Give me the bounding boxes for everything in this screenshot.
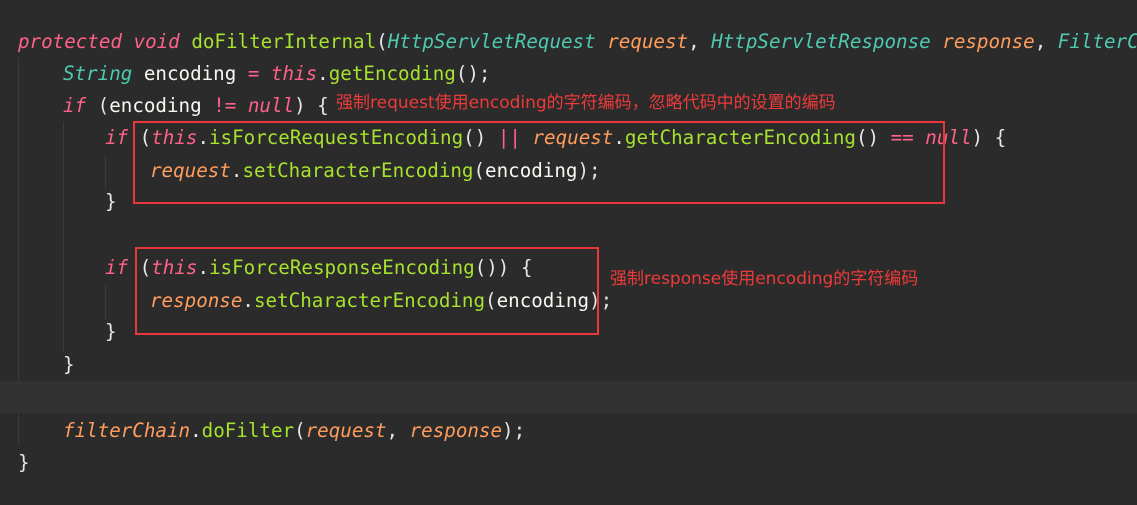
keyword: null	[247, 94, 295, 117]
request-encoding-note: 强制request使用encoding的字符编码，忽略代码中的设置的编码	[336, 93, 836, 113]
response-encoding-note: 强制response使用encoding的字符编码	[610, 269, 919, 289]
param-name: request	[305, 419, 387, 442]
code-line-14: }	[0, 447, 1137, 479]
punct: ();	[455, 62, 491, 85]
punct: );	[502, 419, 526, 442]
type-name: HttpServletRequest	[387, 30, 596, 53]
code-line-2: String encoding = this.getEncoding();	[0, 58, 1137, 90]
punct: ,	[1034, 30, 1058, 53]
response-encoding-highlight-box	[135, 247, 599, 335]
keyword: if	[63, 94, 87, 117]
keyword: if	[105, 256, 129, 279]
keyword: if	[105, 126, 129, 149]
code-editor[interactable]: protected void doFilterInternal(HttpServ…	[0, 0, 1137, 505]
method-name: doFilter	[201, 419, 295, 442]
variable: encoding	[109, 94, 202, 117]
punct: ) {	[971, 126, 1007, 149]
punct: (	[294, 419, 306, 442]
closing-brace: }	[63, 353, 75, 376]
param-name: filterChain	[63, 419, 191, 442]
type-name: FilterChain	[1057, 30, 1137, 53]
closing-brace: }	[105, 190, 117, 213]
punct: .	[317, 62, 329, 85]
variable: encoding	[143, 62, 237, 85]
keyword: void	[133, 30, 180, 53]
request-encoding-highlight-box	[133, 121, 945, 204]
closing-brace: }	[18, 451, 30, 474]
keyword: this	[270, 62, 318, 85]
punct: ,	[688, 30, 712, 53]
operator: =	[236, 62, 271, 85]
code-line-11: }	[0, 349, 1137, 381]
param-name: request	[607, 30, 689, 53]
punct: ) {	[294, 94, 329, 117]
param-name: response	[942, 30, 1035, 53]
param-name: response	[409, 419, 503, 442]
punct: (	[86, 94, 110, 117]
punct: ,	[386, 419, 410, 442]
operator: !=	[201, 94, 248, 117]
punct: (	[376, 30, 388, 53]
code-line-13: filterChain.doFilter(request, response);	[0, 415, 1137, 447]
punct: .	[190, 419, 202, 442]
type-name: String	[63, 62, 133, 85]
current-line-highlight[interactable]	[0, 381, 1137, 413]
method-name: doFilterInternal	[191, 30, 377, 53]
closing-brace: }	[105, 320, 117, 343]
type-name: HttpServletResponse	[711, 30, 931, 53]
code-line-1: protected void doFilterInternal(HttpServ…	[0, 26, 1137, 58]
method-name: getEncoding	[328, 62, 456, 85]
keyword: protected	[18, 30, 122, 53]
